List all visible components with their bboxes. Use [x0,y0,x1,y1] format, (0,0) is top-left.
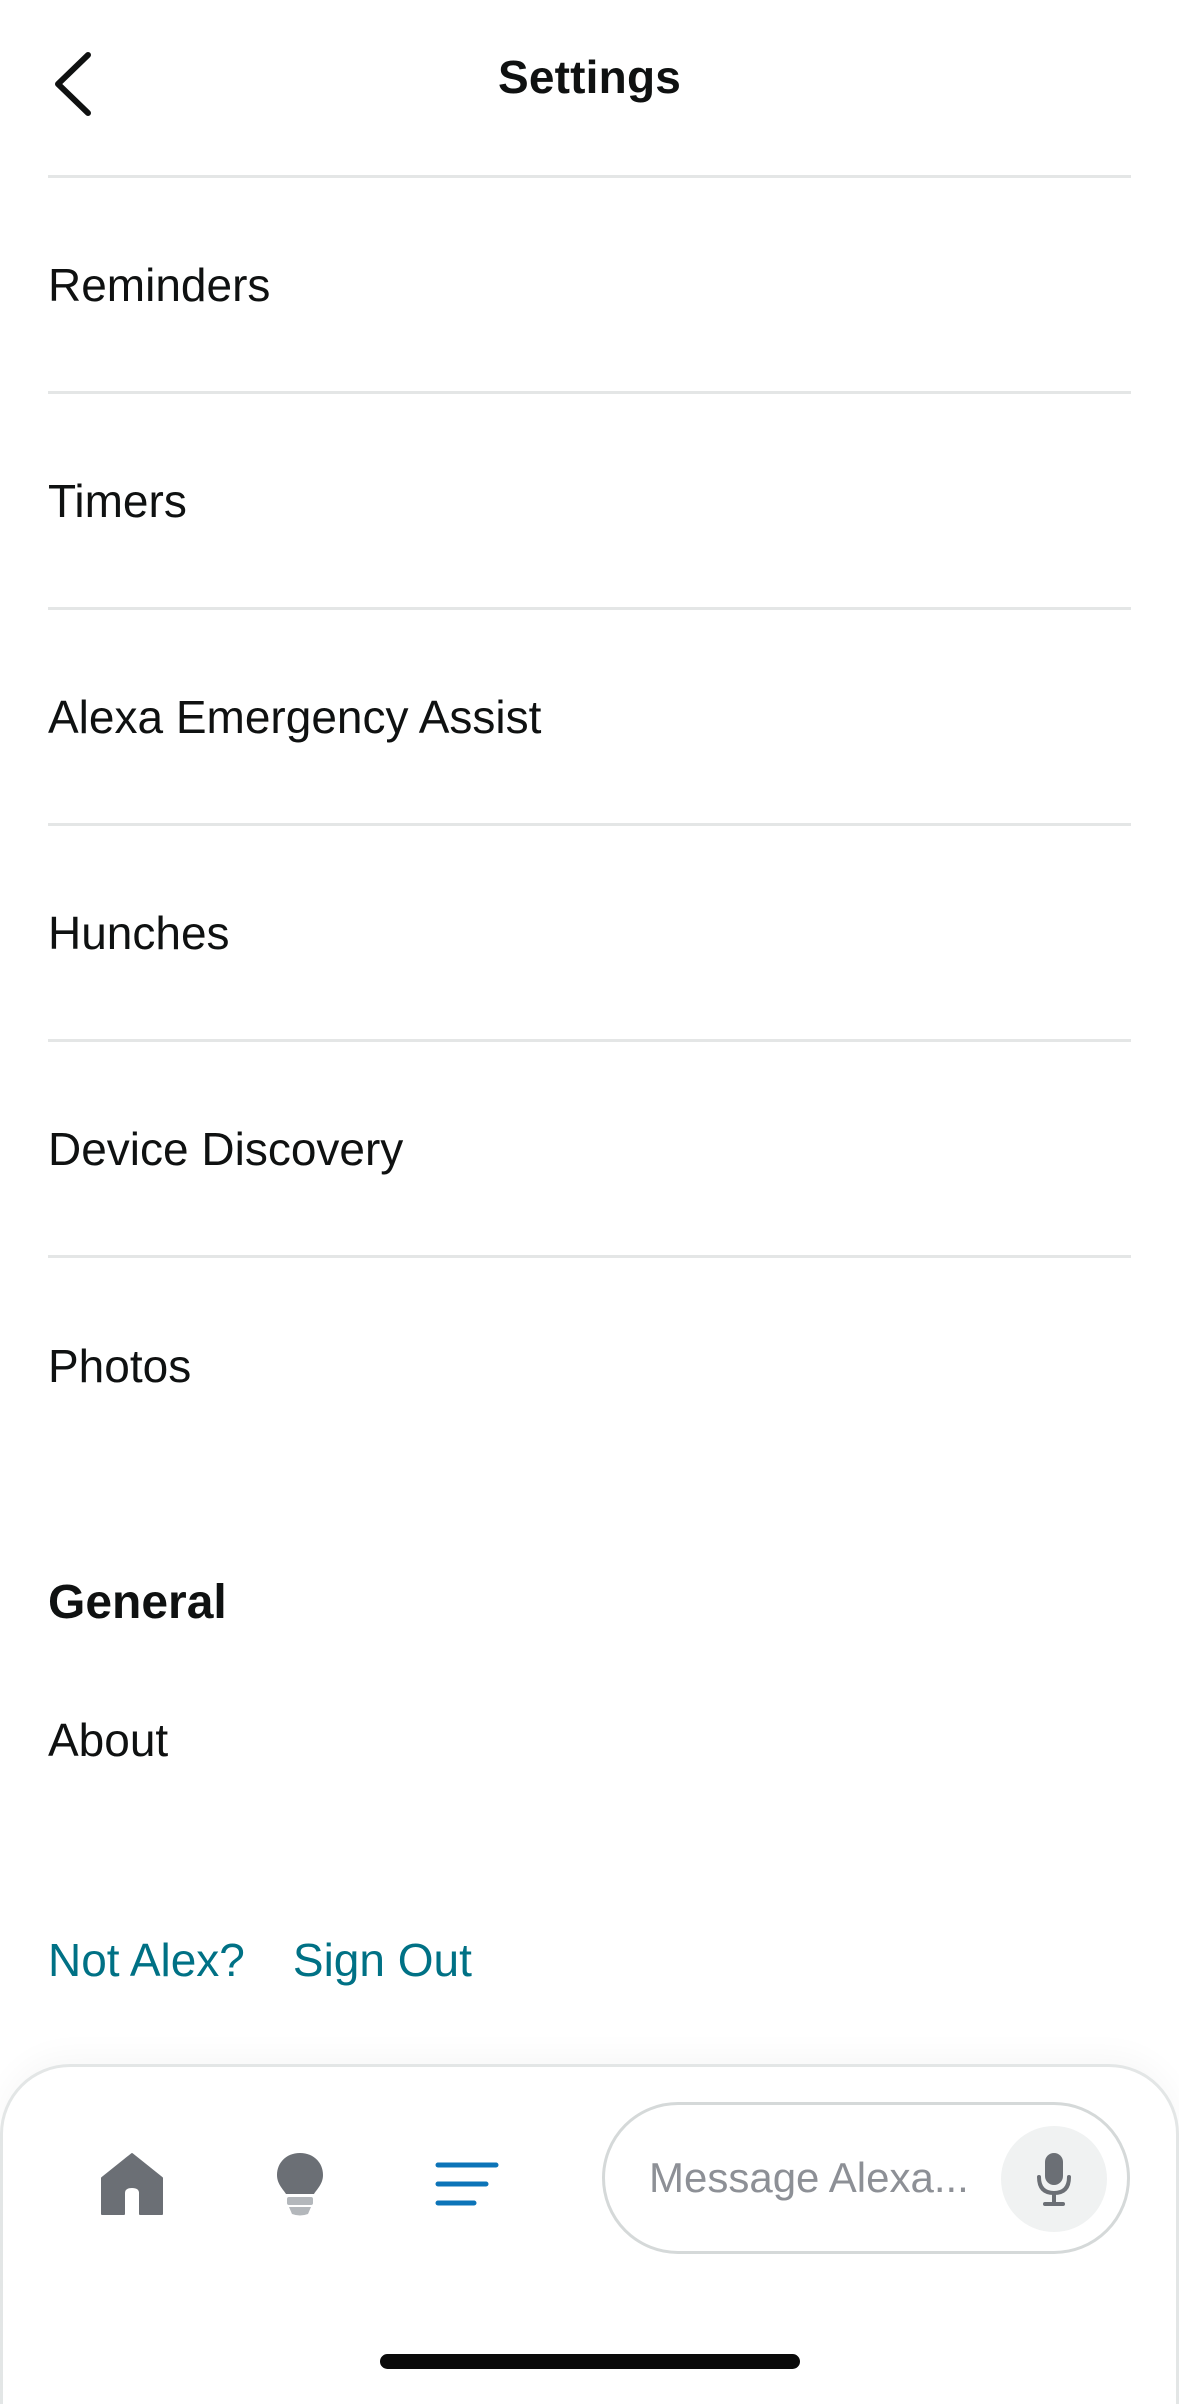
nav-home-button[interactable] [82,2134,182,2234]
settings-item-label: About [48,1714,169,1766]
not-user-link[interactable]: Not Alex? [48,1933,245,1987]
settings-item-label: Device Discovery [48,1122,404,1175]
nav-more-button[interactable] [417,2134,517,2234]
settings-item-reminders[interactable]: Reminders [48,178,1131,394]
home-icon [101,2153,163,2215]
account-links: Not Alex? Sign Out [48,1920,472,2000]
settings-item-label: Timers [48,474,187,527]
nav-discover-button[interactable] [250,2134,350,2234]
settings-item-device-discovery[interactable]: Device Discovery [48,1042,1131,1258]
page-title: Settings [497,51,682,103]
microphone-button[interactable] [1001,2126,1107,2232]
settings-item-hunches[interactable]: Hunches [48,826,1131,1042]
settings-item-label: Alexa Emergency Assist [48,690,542,743]
message-alexa-input[interactable] [649,2105,979,2251]
sign-out-link[interactable]: Sign Out [293,1933,472,1987]
lightbulb-icon [277,2153,323,2216]
message-alexa-box [602,2102,1130,2254]
settings-item-label: Hunches [48,906,230,959]
settings-item-label: Photos [48,1340,192,1392]
settings-item-emergency-assist[interactable]: Alexa Emergency Assist [48,610,1131,826]
settings-item-photos[interactable]: Photos [48,1258,1131,1474]
more-menu-icon [435,2162,499,2206]
settings-item-timers[interactable]: Timers [48,394,1131,610]
settings-item-about[interactable]: About [48,1700,1131,1780]
section-heading-general: General [48,1576,227,1629]
header: Settings [0,0,1179,168]
settings-list: Reminders Timers Alexa Emergency Assist … [48,175,1131,1474]
home-indicator[interactable] [380,2354,800,2369]
microphone-icon [1037,2153,1071,2206]
settings-item-label: Reminders [48,258,271,311]
